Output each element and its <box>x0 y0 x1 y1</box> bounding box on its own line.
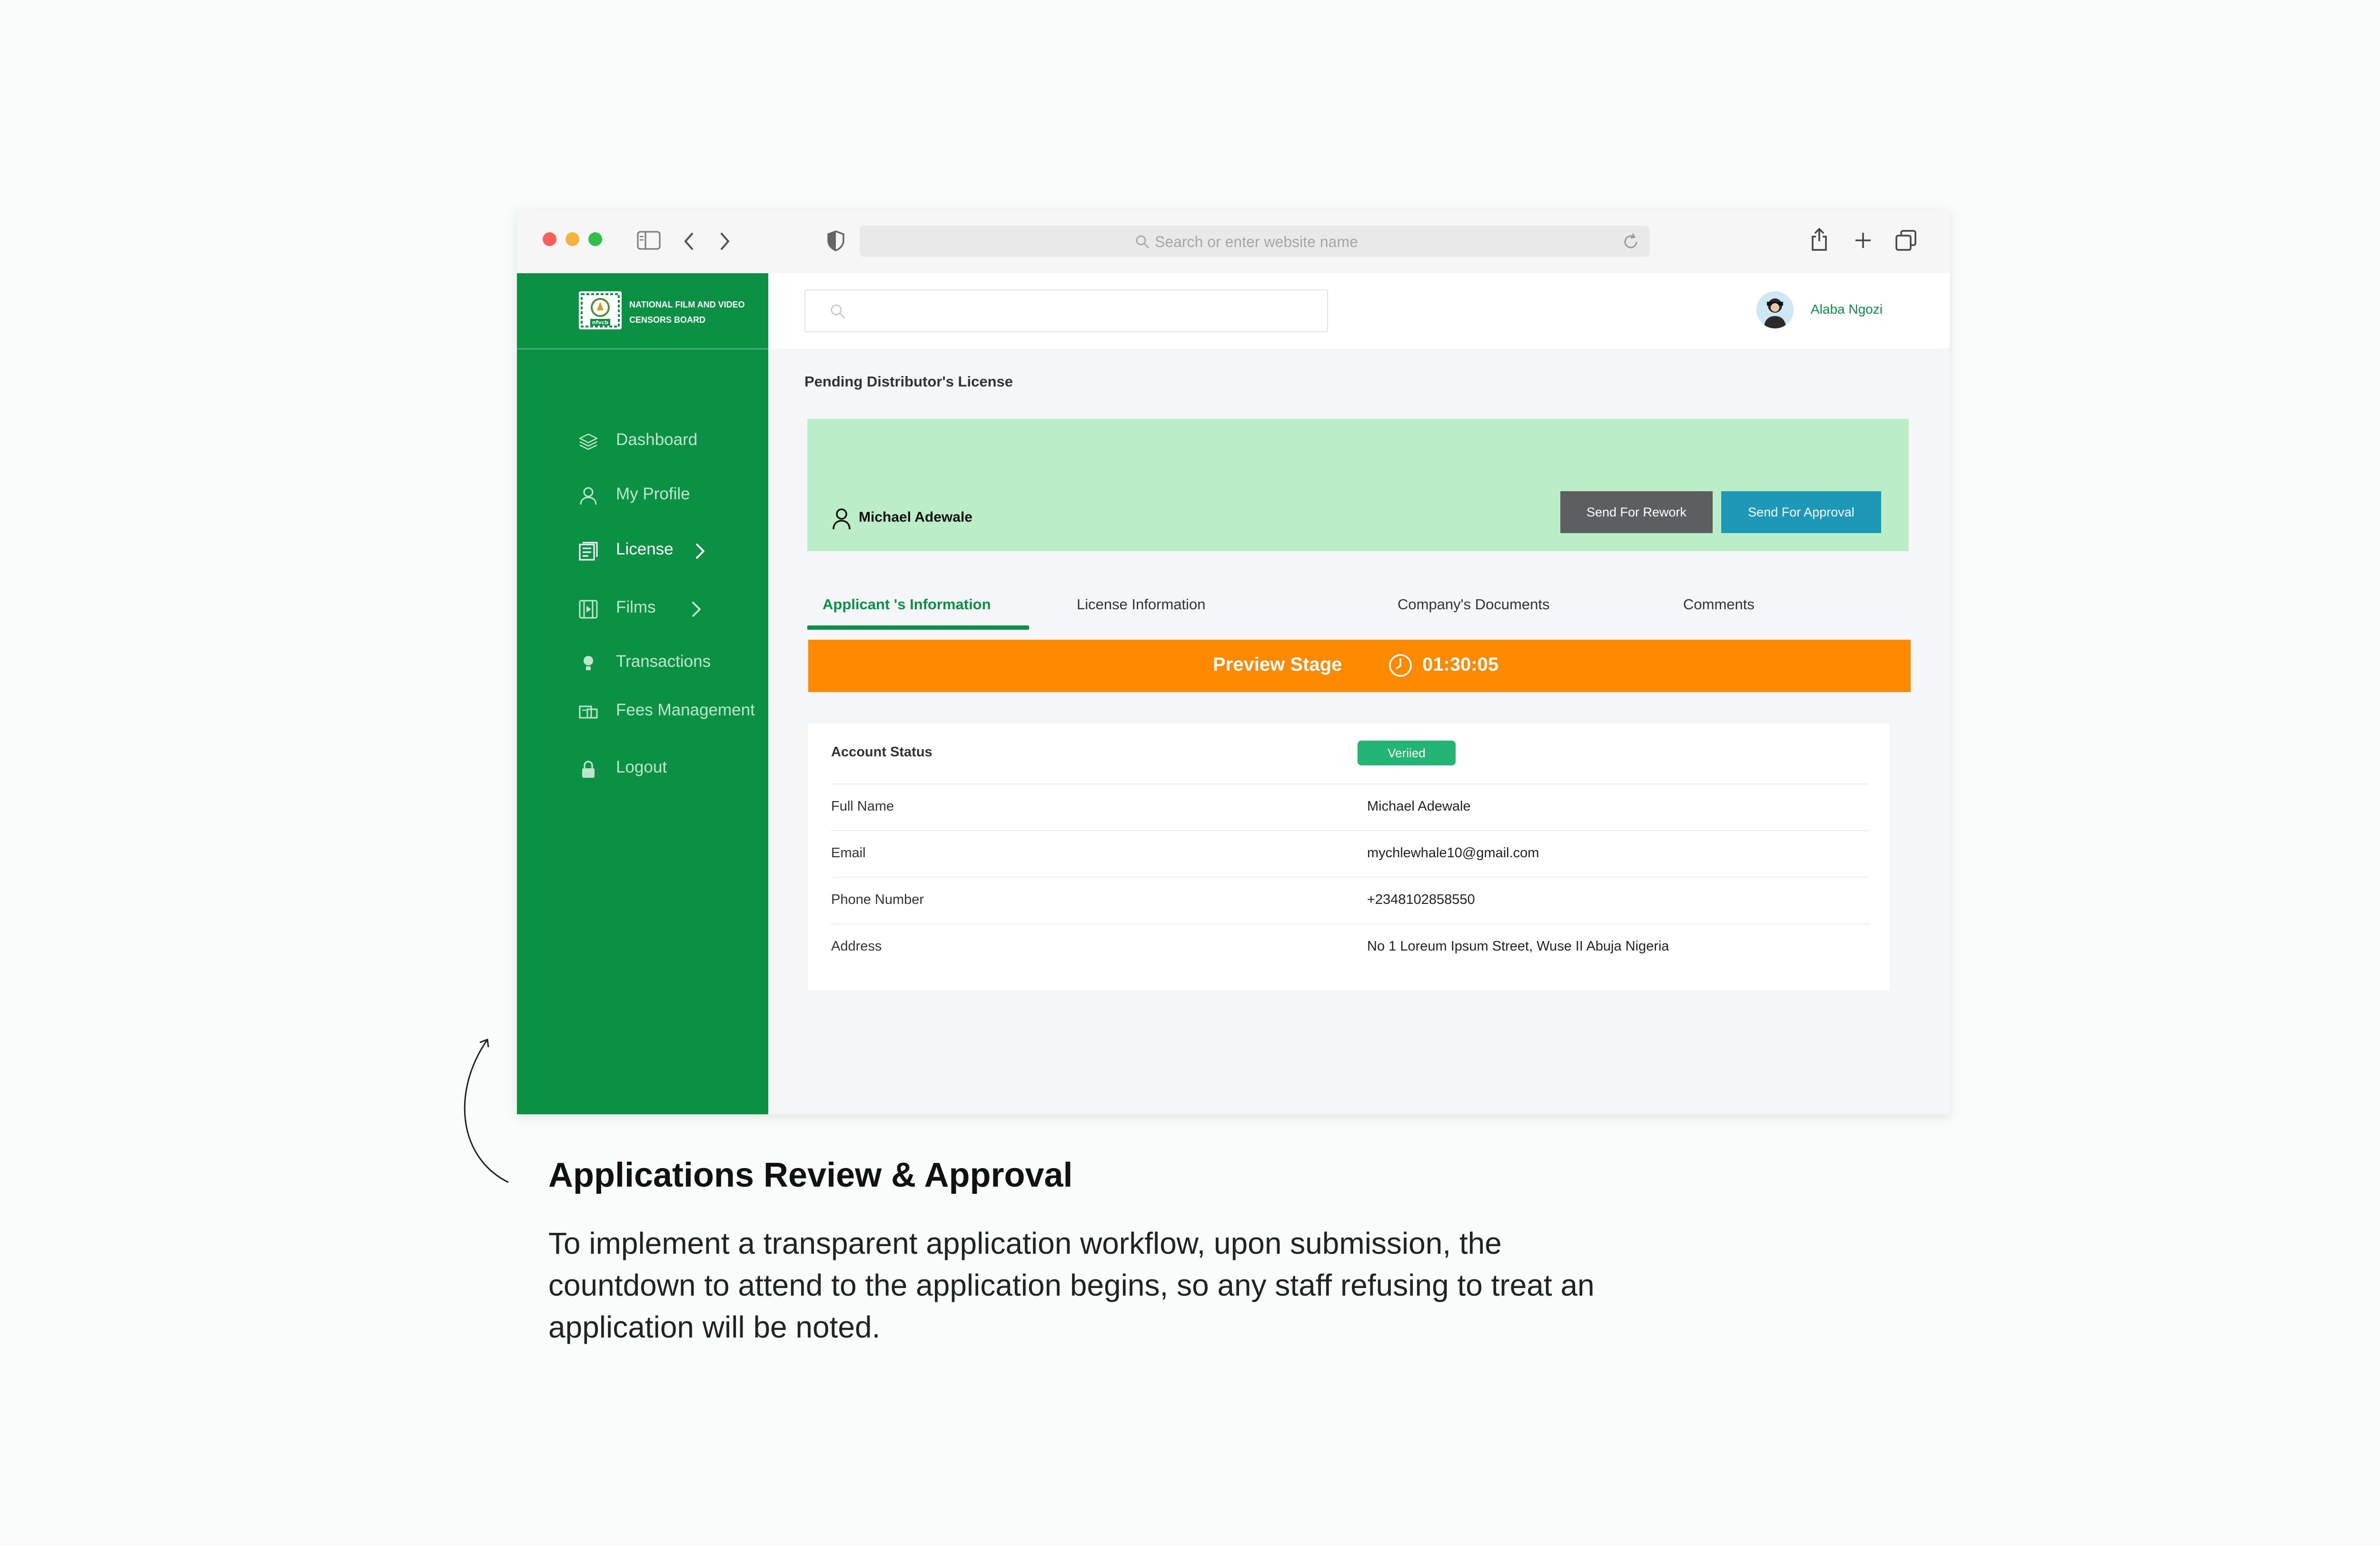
logo-badge: nfvcb <box>579 291 622 329</box>
info-value: Michael Adewale <box>1367 799 1471 814</box>
stage-label: Preview Stage <box>1213 654 1342 675</box>
sidebar-item-fees-management[interactable]: Fees Management <box>517 691 768 729</box>
sidebar-item-label: My Profile <box>616 485 690 503</box>
sidebar-item-dashboard[interactable]: Dashboard <box>517 421 768 459</box>
bulb-icon <box>584 656 593 670</box>
applicant-banner: Michael Adewale Send For Rework Send For… <box>807 419 1909 551</box>
info-value: mychlewhale10@gmail.com <box>1367 845 1539 861</box>
sidebar-item-transactions[interactable]: Transactions <box>517 643 768 681</box>
info-label: Account Status <box>831 744 932 760</box>
logo-text: National Film and Video Censors Board <box>629 300 745 325</box>
sidebar-item-label: Logout <box>616 758 667 776</box>
address-bar-placeholder: Search or enter website name <box>1155 233 1358 250</box>
search-icon <box>1136 235 1150 249</box>
window-close-button[interactable] <box>543 232 556 246</box>
reload-icon[interactable] <box>1621 232 1640 251</box>
tabs-overview-icon[interactable] <box>1894 229 1917 252</box>
countdown-timer: 01:30:05 <box>1422 654 1499 675</box>
user-icon <box>580 487 597 505</box>
sidebar-item-label: Fees Management <box>616 701 755 719</box>
sidebar-item-label: Films <box>616 598 656 616</box>
top-bar: Alaba Ngozi <box>768 273 1950 348</box>
shield-icon <box>827 230 844 251</box>
applicant-name: Michael Adewale <box>859 509 972 525</box>
info-row-phone-number: Phone Number +2348102858550 <box>831 877 1869 924</box>
logo-mark: nfvcb <box>592 319 608 326</box>
window-minimize-button[interactable] <box>565 232 579 246</box>
layers-icon <box>579 433 598 450</box>
forward-arrow-icon[interactable] <box>718 231 732 252</box>
info-row-address: Address No 1 Loreum Ipsum Street, Wuse I… <box>831 923 1869 970</box>
chevron-right-icon <box>692 602 701 617</box>
address-bar[interactable]: Search or enter website name <box>860 226 1650 257</box>
clock-icon <box>1389 654 1412 677</box>
lock-icon <box>582 761 595 778</box>
status-badge: Veriied <box>1358 741 1456 765</box>
new-tab-plus-icon[interactable] <box>1854 231 1873 250</box>
stage-countdown-bar: Preview Stage 01:30:05 <box>808 640 1911 692</box>
logo-area: nfvcb National Film and Video Censors Bo… <box>517 273 768 349</box>
avatar[interactable] <box>1756 291 1794 328</box>
search-input[interactable] <box>804 289 1328 332</box>
tab-label: Comments <box>1683 596 1755 613</box>
page-title: Pending Distributor's License <box>804 373 1013 390</box>
sidebar-item-label: Dashboard <box>616 430 698 449</box>
applicant-header: Michael Adewale <box>831 508 972 530</box>
info-label: Phone Number <box>831 892 924 907</box>
applicant-info-card: Account Status Veriied Full Name Michael… <box>808 723 1890 990</box>
film-icon <box>579 600 598 619</box>
tab-bar: Applicant 's Information License Informa… <box>807 587 1909 630</box>
user-name[interactable]: Alaba Ngozi <box>1811 302 1883 317</box>
tab-label: Applicant 's Information <box>823 596 991 613</box>
sidebar-item-logout[interactable]: Logout <box>517 748 768 786</box>
sidebar-item-label: Transactions <box>616 652 711 671</box>
license-icon <box>579 542 598 561</box>
info-label: Address <box>831 939 882 954</box>
user-avatar-icon <box>1764 298 1786 328</box>
info-value: No 1 Loreum Ipsum Street, Wuse II Abuja … <box>1367 939 1669 954</box>
main-content: Alaba Ngozi Pending Distributor's Licens… <box>768 273 1950 1114</box>
tab-label: Company's Documents <box>1398 596 1550 613</box>
info-row-full-name: Full Name Michael Adewale <box>831 783 1869 831</box>
active-tab-indicator <box>807 625 1029 630</box>
sidebar-item-label: License <box>616 540 674 558</box>
sidebar-item-license[interactable]: License <box>517 530 768 568</box>
share-icon[interactable] <box>1810 227 1829 252</box>
back-arrow-icon[interactable] <box>682 231 696 252</box>
window-maximize-button[interactable] <box>588 232 602 246</box>
user-icon <box>833 508 851 530</box>
browser-window: Search or enter website name nfvcb NATIO… <box>517 210 1950 1114</box>
chevron-right-icon <box>696 544 704 559</box>
tab-label: License Information <box>1077 596 1206 613</box>
tab-companys-documents[interactable]: Company's Documents <box>1398 587 1578 630</box>
search-icon <box>831 304 845 318</box>
sidebar-item-films[interactable]: Films <box>517 588 768 626</box>
send-for-approval-button[interactable]: Send For Approval <box>1721 491 1881 533</box>
coat-of-arms-icon: nfvcb <box>581 293 620 327</box>
sidebar: nfvcb National Film and Video Censors Bo… <box>517 273 768 1114</box>
info-label: Email <box>831 845 866 861</box>
fees-icon <box>579 705 598 719</box>
info-row-account-status: Account Status Veriied <box>831 723 1869 784</box>
tab-applicants-information[interactable]: Applicant 's Information <box>807 587 1029 630</box>
caption-body: To implement a transparent application w… <box>548 1226 1595 1344</box>
caption-title: Applications Review & Approval <box>548 1156 1073 1194</box>
sidebar-toggle-icon[interactable] <box>637 231 661 250</box>
info-value: +2348102858550 <box>1367 892 1475 907</box>
sidebar-item-my-profile[interactable]: My Profile <box>517 475 768 513</box>
tab-license-information[interactable]: License Information <box>1077 587 1258 630</box>
info-row-email: Email mychlewhale10@gmail.com <box>831 830 1869 878</box>
curved-arrow-icon <box>464 1038 509 1183</box>
tab-comments[interactable]: Comments <box>1683 587 1778 630</box>
send-for-rework-button[interactable]: Send For Rework <box>1560 491 1713 533</box>
browser-toolbar: Search or enter website name <box>517 210 1950 274</box>
info-label: Full Name <box>831 799 894 814</box>
